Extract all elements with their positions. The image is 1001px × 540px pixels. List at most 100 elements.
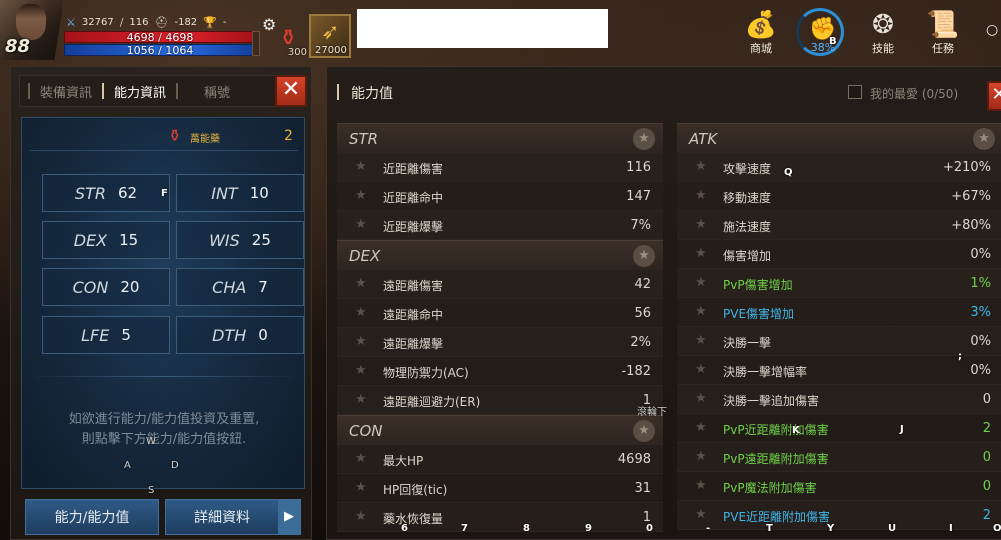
star-icon[interactable]: ★ xyxy=(695,159,707,174)
stat-cell-lfe[interactable]: LFE 5 xyxy=(42,316,170,354)
section-header-str: STR ★ xyxy=(337,123,663,153)
stat-row[interactable]: ★ 移動速度 +67% xyxy=(677,182,1001,211)
stat-cell-cha[interactable]: CHA 7 xyxy=(176,268,304,306)
stat-row[interactable]: ★ 攻擊速度 +210% xyxy=(677,153,1001,182)
stat-row[interactable]: ★ 施法速度 +80% xyxy=(677,211,1001,240)
star-icon[interactable]: ★ xyxy=(355,451,367,466)
stat-row[interactable]: ★ 決勝一擊 0% xyxy=(677,327,1001,356)
stat-label: 近距離爆擊 xyxy=(383,220,444,234)
star-icon[interactable]: ★ xyxy=(695,333,707,348)
star-icon[interactable]: ★ xyxy=(695,217,707,232)
star-icon[interactable]: ★ xyxy=(695,420,707,435)
combat-power-value: 32767 xyxy=(81,16,114,28)
stat-value: 20 xyxy=(120,278,140,296)
stat-row[interactable]: ★ 近距離傷害 116 xyxy=(337,153,663,182)
key-hint: Q xyxy=(784,167,793,178)
stat-cell-dth[interactable]: DTH 0 xyxy=(176,316,304,354)
skill-button[interactable]: ❂ 技能 xyxy=(858,10,908,56)
key-hint: D xyxy=(171,460,179,471)
sword-icon: / xyxy=(119,15,124,29)
stat-row[interactable]: ★ 最大HP 4698 xyxy=(337,445,663,474)
search-edge-icon[interactable]: ○ xyxy=(986,22,1001,42)
detail-info-button[interactable]: 詳細資料 ▶ xyxy=(165,499,301,535)
shop-button[interactable]: 💰 商城 xyxy=(736,10,786,56)
stat-row[interactable]: ★ 近距離命中 147 xyxy=(337,182,663,211)
stat-cell-int[interactable]: INT 10 xyxy=(176,174,304,212)
tab-title[interactable]: 稱號 xyxy=(178,82,240,101)
star-icon[interactable]: ★ xyxy=(695,449,707,464)
stat-row[interactable]: ★ 近距離爆擊 7% xyxy=(337,211,663,240)
star-icon[interactable]: ★ xyxy=(695,391,707,406)
star-icon[interactable]: ★ xyxy=(355,509,367,524)
star-icon[interactable]: ★ xyxy=(355,334,367,349)
star-icon[interactable]: ★ xyxy=(355,392,367,407)
stat-row[interactable]: ★ PvP近距離附加傷害 2 xyxy=(677,414,1001,443)
stat-row[interactable]: ★ 決勝一擊增幅率 0% xyxy=(677,356,1001,385)
favorite-checkbox[interactable] xyxy=(848,85,862,99)
favorite-star-icon[interactable]: ★ xyxy=(633,420,655,442)
stat-row[interactable]: ★ 遠距離傷害 42 xyxy=(337,270,663,299)
star-icon[interactable]: ★ xyxy=(355,305,367,320)
stat-cell-wis[interactable]: WIS 25 xyxy=(176,221,304,259)
stat-row[interactable]: ★ PvP遠距離附加傷害 0 xyxy=(677,443,1001,472)
stat-row[interactable]: ★ 遠距離命中 56 xyxy=(337,299,663,328)
star-icon[interactable]: ★ xyxy=(355,188,367,203)
stat-row[interactable]: ★ 遠距離迴避力(ER) 1 xyxy=(337,386,663,415)
stat-value: 42 xyxy=(634,277,651,292)
stat-row[interactable]: ★ 傷害增加 0% xyxy=(677,240,1001,269)
elixir-row: ⚱ 萬能藥 2 xyxy=(22,126,304,148)
ability-points-button[interactable]: 能力/能力值 xyxy=(25,499,159,535)
favorite-star-icon[interactable]: ★ xyxy=(633,128,655,150)
tab-ability-info[interactable]: 能力資訊 xyxy=(104,82,176,101)
stat-row[interactable]: ★ 藥水恢復量 1 xyxy=(337,503,663,532)
stat-value: 0 xyxy=(982,392,991,407)
stat-row[interactable]: ★ HP回復(tic) 31 xyxy=(337,474,663,503)
stat-cell-str[interactable]: STR 62 xyxy=(42,174,170,212)
star-icon[interactable]: ★ xyxy=(695,188,707,203)
character-face xyxy=(16,4,46,40)
stat-row[interactable]: ★ PvP魔法附加傷害 0 xyxy=(677,472,1001,501)
star-icon[interactable]: ★ xyxy=(355,159,367,174)
key-hint: 8 xyxy=(523,523,530,534)
helmet-stat-value: -182 xyxy=(174,16,198,28)
star-icon[interactable]: ★ xyxy=(355,480,367,495)
elixir-count: 2 xyxy=(284,128,293,144)
stat-row[interactable]: ★ PvP傷害增加 1% xyxy=(677,269,1001,298)
stat-value: 7 xyxy=(258,278,268,296)
stat-cell-dex[interactable]: DEX 15 xyxy=(42,221,170,259)
stat-value: 2 xyxy=(982,421,991,436)
star-icon[interactable]: ★ xyxy=(355,217,367,232)
favorite-star-icon[interactable]: ★ xyxy=(973,128,995,150)
star-icon[interactable]: ★ xyxy=(355,363,367,378)
favorite-star-icon[interactable]: ★ xyxy=(633,245,655,267)
tab-equipment-info[interactable]: 裝備資訊 xyxy=(30,82,102,101)
quest-button[interactable]: 📜 任務 xyxy=(918,10,968,56)
star-icon[interactable]: ★ xyxy=(355,276,367,291)
stat-row[interactable]: ★ 遠距離爆擊 2% xyxy=(337,328,663,357)
star-icon[interactable]: ★ xyxy=(695,275,707,290)
buff-quickslot[interactable]: ➶ 27000 xyxy=(309,14,351,58)
stat-value: 5 xyxy=(121,326,131,344)
skill-icon: ❂ xyxy=(872,10,894,40)
star-icon[interactable]: ★ xyxy=(695,304,707,319)
auto-battle-button[interactable]: ✊ 38% xyxy=(796,8,844,56)
stat-label: 施法速度 xyxy=(723,220,772,234)
star-icon[interactable]: ★ xyxy=(695,362,707,377)
stat-row[interactable]: ★ 決勝一擊追加傷害 0 xyxy=(677,385,1001,414)
star-icon[interactable]: ★ xyxy=(695,246,707,261)
stat-key: LFE xyxy=(81,325,110,345)
stat-label: 遠距離迴避力(ER) xyxy=(383,395,481,409)
close-button[interactable]: ✕ xyxy=(987,81,1001,111)
stat-value: 2 xyxy=(982,508,991,523)
stat-row[interactable]: ★ PVE傷害增加 3% xyxy=(677,298,1001,327)
stat-row[interactable]: ★ 物理防禦力(AC) -182 xyxy=(337,357,663,386)
stat-value: 116 xyxy=(626,160,651,175)
star-icon[interactable]: ★ xyxy=(695,507,707,522)
stat-cell-con[interactable]: CON 20 xyxy=(42,268,170,306)
star-icon[interactable]: ★ xyxy=(695,478,707,493)
section-header-dex: DEX ★ xyxy=(337,240,663,270)
key-hint: K xyxy=(792,425,800,436)
stat-value: 25 xyxy=(251,231,271,249)
potion-quickslot[interactable]: ⚱ 300 xyxy=(275,22,307,58)
close-button[interactable]: ✕ xyxy=(275,75,307,107)
